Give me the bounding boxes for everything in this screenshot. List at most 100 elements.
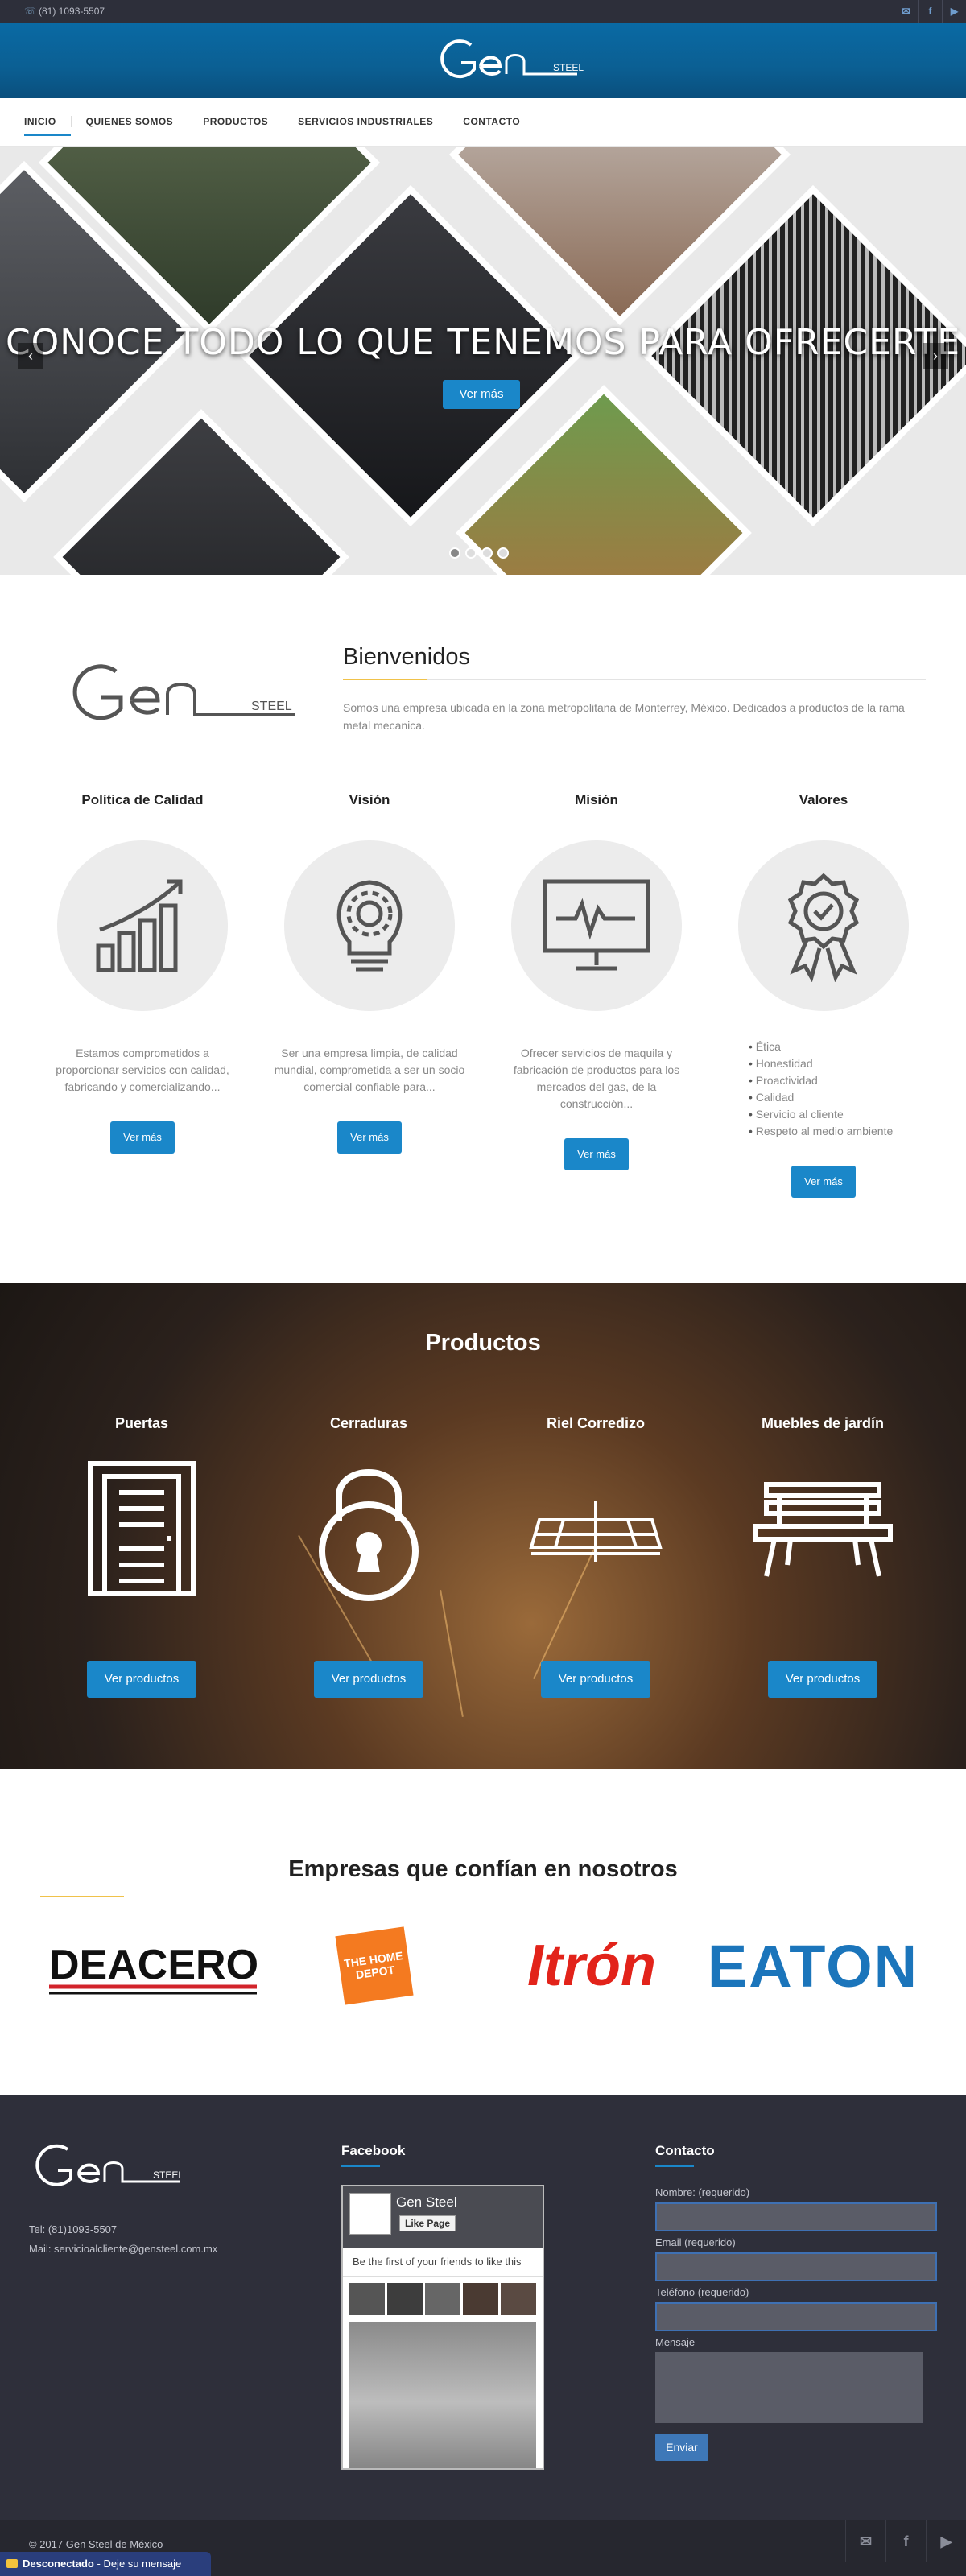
fb-page-name[interactable]: Gen Steel bbox=[396, 2194, 457, 2211]
svg-text:STEEL: STEEL bbox=[553, 62, 584, 73]
copyright: © 2017 Gen Steel de México bbox=[29, 2538, 163, 2550]
facebook-icon[interactable]: f bbox=[918, 0, 942, 23]
welcome-divider bbox=[343, 679, 926, 680]
bench-icon bbox=[753, 1482, 893, 1577]
message-label: Mensaje bbox=[655, 2336, 696, 2348]
message-field[interactable] bbox=[655, 2352, 923, 2423]
email-label: Email (requerido) bbox=[655, 2236, 736, 2248]
svg-text:STEEL: STEEL bbox=[153, 2169, 184, 2181]
facebook-title: Facebook bbox=[341, 2143, 406, 2158]
values-list: ÉticaHonestidadProactividadCalidadServic… bbox=[749, 1038, 937, 1140]
slider-dot[interactable] bbox=[465, 547, 477, 559]
slider-prev-arrow[interactable]: ‹ bbox=[18, 343, 43, 369]
fb-like-label: Like Page bbox=[405, 2218, 451, 2229]
product-card-cerraduras: Cerraduras Ver productos bbox=[260, 1415, 477, 1698]
product-button[interactable]: Ver productos bbox=[314, 1661, 423, 1698]
email-icon[interactable]: ✉ bbox=[894, 0, 918, 23]
fb-thumbnails bbox=[343, 2277, 543, 2322]
award-icon bbox=[787, 873, 860, 982]
hero-button[interactable]: Ver más bbox=[443, 380, 520, 409]
site-footer: STEEL Tel: (81)1093-5507 Mail: servicioa… bbox=[0, 2095, 966, 2520]
feature-circle bbox=[284, 840, 455, 1011]
hero-headline: CONOCE TODO LO QUE TENEMOS PARA OFRECERT… bbox=[5, 322, 961, 363]
fb-avatar bbox=[349, 2193, 391, 2235]
email-field[interactable] bbox=[655, 2252, 937, 2281]
feature-vision: Visión Ser una empresa limpia, de calida… bbox=[256, 792, 483, 1154]
nav-item-productos[interactable]: PRODUCTOS bbox=[188, 116, 283, 127]
contact-title: Contacto bbox=[655, 2143, 715, 2158]
feature-circle bbox=[738, 840, 909, 1011]
send-button[interactable]: Enviar bbox=[655, 2434, 708, 2461]
products-section: Productos Puertas Ver productos Cerradur… bbox=[0, 1283, 966, 1769]
clients-title: Empresas que confían en nosotros bbox=[288, 1856, 678, 1882]
product-button[interactable]: Ver productos bbox=[541, 1661, 650, 1698]
feature-button[interactable]: Ver más bbox=[337, 1121, 402, 1154]
product-name: Puertas bbox=[114, 1415, 169, 1431]
slider-dot[interactable] bbox=[497, 547, 509, 559]
welcome-text: Somos una empresa ubicada en la zona met… bbox=[343, 701, 905, 732]
name-field[interactable] bbox=[655, 2202, 937, 2231]
nav-item-servicios-industriales[interactable]: SERVICIOS INDUSTRIALES bbox=[283, 116, 448, 127]
value-item: Servicio al cliente bbox=[749, 1106, 937, 1123]
footer-mail[interactable]: Mail: servicioalcliente@gensteel.com.mx bbox=[29, 2240, 217, 2259]
site-logo[interactable]: STEEL bbox=[432, 34, 593, 90]
product-button[interactable]: Ver productos bbox=[87, 1661, 196, 1698]
product-name: Muebles de jardín bbox=[761, 1415, 885, 1431]
slider-dots bbox=[449, 547, 509, 559]
feature-button[interactable]: Ver más bbox=[564, 1138, 629, 1170]
feature-title: Visión bbox=[349, 792, 390, 807]
nav-item-inicio[interactable]: INICIO bbox=[24, 116, 71, 136]
rail-icon bbox=[529, 1501, 663, 1562]
phone-field[interactable] bbox=[655, 2302, 937, 2331]
value-item: Proactividad bbox=[749, 1072, 937, 1089]
nav-item-quienes-somos[interactable]: QUIENES SOMOS bbox=[70, 116, 188, 127]
feature-button[interactable]: Ver más bbox=[110, 1121, 175, 1154]
welcome-logo: STEEL bbox=[53, 644, 319, 741]
name-label: Nombre: (requerido) bbox=[655, 2186, 750, 2198]
email-icon[interactable]: ✉ bbox=[845, 2520, 886, 2562]
facebook-underline bbox=[341, 2165, 380, 2167]
feature-title: Misión bbox=[575, 792, 618, 807]
youtube-icon[interactable]: ▶ bbox=[942, 0, 966, 23]
product-card-muebles: Muebles de jardín Ver productos bbox=[714, 1415, 931, 1698]
welcome-title: Bienvenidos bbox=[343, 644, 470, 670]
slider-dot[interactable] bbox=[481, 547, 493, 559]
phone-icon: ☏ bbox=[24, 6, 37, 17]
product-name: Riel Corredizo bbox=[546, 1415, 646, 1431]
top-social: ✉ f ▶ bbox=[894, 0, 966, 23]
facebook-icon[interactable]: f bbox=[886, 2520, 926, 2562]
bottom-social: ✉ f ▶ bbox=[845, 2520, 966, 2562]
feature-quality: Política de Calidad Estamos comprometido… bbox=[29, 792, 256, 1154]
feature-text: Ser una empresa limpia, de calidad mundi… bbox=[274, 1046, 465, 1093]
feature-values: Valores ÉticaHonestidadProactividadCalid… bbox=[710, 792, 937, 1198]
youtube-icon[interactable]: ▶ bbox=[926, 2520, 966, 2562]
lightbulb-icon bbox=[336, 880, 402, 972]
chat-widget[interactable]: Desconectado - Deje su mensaje bbox=[0, 2552, 211, 2576]
value-item: Respeto al medio ambiente bbox=[749, 1123, 937, 1140]
client-logo-homedepot: THE HOME DEPOT bbox=[335, 1926, 414, 2006]
feature-button[interactable]: Ver más bbox=[791, 1166, 856, 1198]
fb-friends-text: Be the first of your friends to like thi… bbox=[343, 2248, 543, 2277]
slider-dot[interactable] bbox=[449, 547, 460, 559]
bar-chart-icon bbox=[96, 879, 183, 972]
chat-status: Desconectado bbox=[23, 2557, 94, 2570]
main-nav: INICIO QUIENES SOMOS PRODUCTOS SERVICIOS IN… bbox=[0, 98, 966, 147]
facebook-widget[interactable]: Gen Steel Like Page Be the first of your… bbox=[341, 2185, 544, 2470]
top-bar: ☏ (81) 1093-5507 ✉ f ▶ bbox=[0, 0, 966, 23]
nav-item-contacto[interactable]: CONTACTO bbox=[448, 116, 535, 127]
feature-mission: Misión Ofrecer servicios de maquila y fa… bbox=[483, 792, 710, 1170]
product-name: Cerraduras bbox=[329, 1415, 408, 1431]
products-title: Productos bbox=[425, 1330, 541, 1356]
fb-cover: Gen Steel Like Page bbox=[343, 2186, 543, 2248]
feature-circle bbox=[57, 840, 228, 1011]
feature-text: Estamos comprometidos a proporcionar ser… bbox=[56, 1046, 229, 1093]
product-button[interactable]: Ver productos bbox=[768, 1661, 877, 1698]
product-card-puertas: Puertas Ver productos bbox=[33, 1415, 250, 1698]
slider-next-arrow[interactable]: › bbox=[923, 343, 948, 369]
svg-text:STEEL: STEEL bbox=[251, 700, 292, 713]
product-card-riel: Riel Corredizo Ver productos bbox=[487, 1415, 704, 1698]
footer-logo[interactable]: STEEL bbox=[27, 2135, 188, 2199]
fb-like-button[interactable]: Like Page bbox=[399, 2215, 456, 2231]
door-icon bbox=[88, 1461, 196, 1596]
feature-title: Valores bbox=[799, 792, 848, 807]
